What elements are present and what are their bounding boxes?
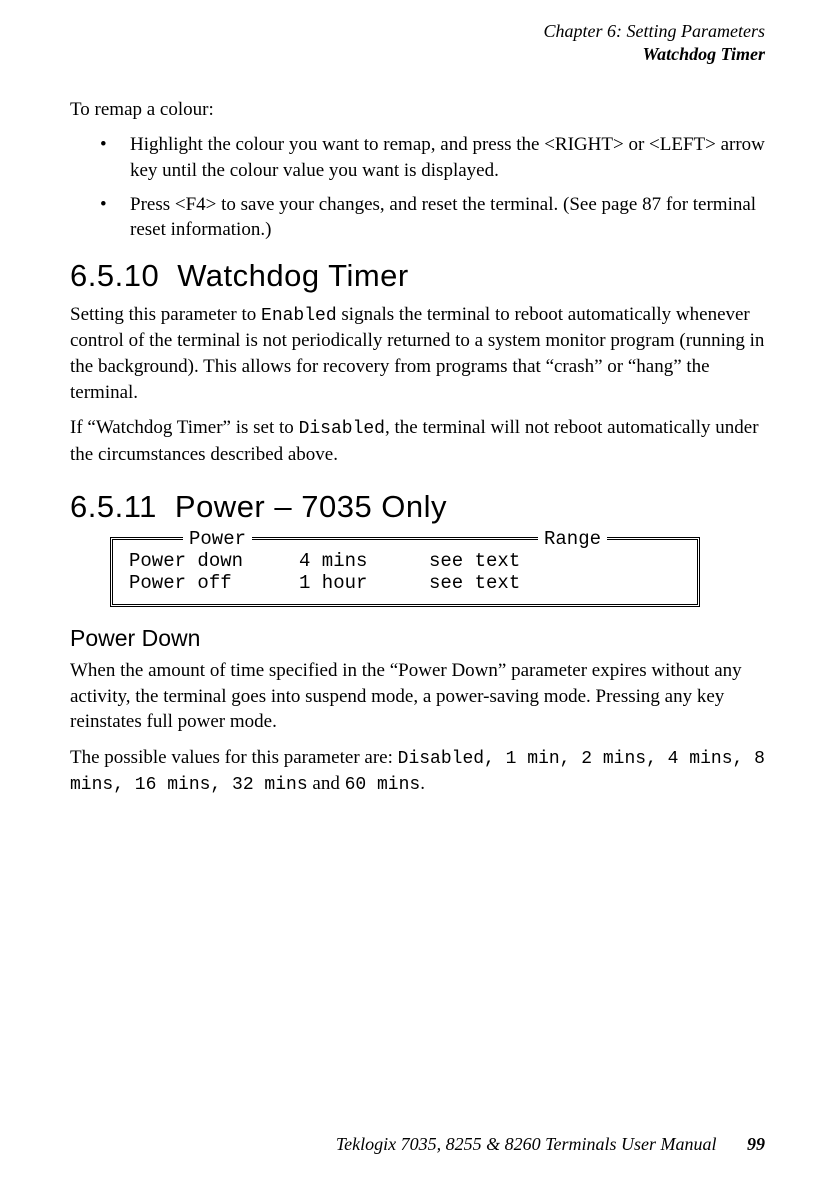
bullet-item: • Press <F4> to save your changes, and r… <box>100 192 765 243</box>
text-fragment: . <box>420 773 425 794</box>
panel-cell: 1 hour <box>299 572 429 594</box>
code-text: Enabled <box>261 306 337 326</box>
text-fragment: The possible values for this parameter a… <box>70 747 398 768</box>
section-label: Watchdog Timer <box>70 43 765 66</box>
section-heading-power: 6.5.11 Power – 7035 Only <box>70 489 765 525</box>
code-text: 60 mins <box>345 775 421 795</box>
bullet-list: • Highlight the colour you want to remap… <box>100 132 765 243</box>
bullet-item: • Highlight the colour you want to remap… <box>100 132 765 183</box>
section-number: 6.5.11 <box>70 489 157 524</box>
bullet-text: Press <F4> to save your changes, and res… <box>130 192 765 243</box>
power-panel-wrapper: Power Range Power down 4 mins see text P… <box>110 537 700 607</box>
page-header: Chapter 6: Setting Parameters Watchdog T… <box>70 20 765 67</box>
code-text: Disabled <box>299 419 385 439</box>
watchdog-para-2: If “Watchdog Timer” is set to Disabled, … <box>70 415 765 467</box>
text-fragment: and <box>308 773 345 794</box>
chapter-label: Chapter 6: Setting Parameters <box>70 20 765 43</box>
bullet-marker: • <box>100 132 130 183</box>
panel-cell: see text <box>429 572 681 594</box>
power-down-para-2: The possible values for this parameter a… <box>70 745 765 798</box>
power-down-para-1: When the amount of time specified in the… <box>70 658 765 735</box>
panel-cell: Power off <box>129 572 299 594</box>
section-title: Watchdog Timer <box>177 258 409 293</box>
panel-cell: see text <box>429 550 681 572</box>
sub-heading-power-down: Power Down <box>70 625 765 652</box>
text-fragment: Setting this parameter to <box>70 304 261 325</box>
panel-cell: 4 mins <box>299 550 429 572</box>
bullet-text: Highlight the colour you want to remap, … <box>130 132 765 183</box>
section-heading-watchdog: 6.5.10 Watchdog Timer <box>70 258 765 294</box>
panel-legend-power: Power <box>183 528 252 550</box>
footer-text: Teklogix 7035, 8255 & 8260 Terminals Use… <box>336 1134 717 1154</box>
watchdog-para-1: Setting this parameter to Enabled signal… <box>70 302 765 405</box>
panel-row: Power down 4 mins see text <box>129 550 681 572</box>
section-number: 6.5.10 <box>70 258 159 293</box>
intro-text: To remap a colour: <box>70 97 765 123</box>
page-footer: Teklogix 7035, 8255 & 8260 Terminals Use… <box>336 1134 765 1155</box>
text-fragment: If “Watchdog Timer” is set to <box>70 417 299 438</box>
panel-row: Power off 1 hour see text <box>129 572 681 594</box>
bullet-marker: • <box>100 192 130 243</box>
panel-legend-range: Range <box>538 528 607 550</box>
power-panel: Power Range Power down 4 mins see text P… <box>110 537 700 607</box>
page-number: 99 <box>747 1134 765 1154</box>
panel-cell: Power down <box>129 550 299 572</box>
section-title: Power – 7035 Only <box>175 489 447 524</box>
